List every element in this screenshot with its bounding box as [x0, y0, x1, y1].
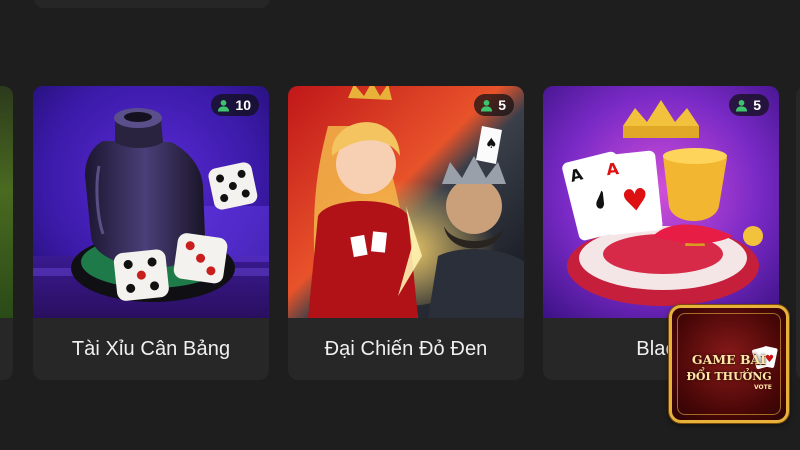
partial-game-card-left[interactable]	[0, 86, 13, 380]
user-icon	[736, 99, 748, 112]
game-title: Tài Xỉu Cân Bảng	[71, 337, 231, 360]
logo-sub: VOTE	[754, 384, 772, 391]
svg-text:♠: ♠	[485, 136, 498, 152]
player-count-badge: 5	[474, 94, 514, 116]
partial-game-thumbnail	[0, 86, 13, 318]
partial-game-card-right[interactable]	[796, 86, 800, 380]
game-thumbnail	[33, 86, 269, 318]
game-thumbnail: A ♠ A ♥	[543, 86, 779, 318]
player-count: 10	[235, 97, 251, 113]
logo-line-2: ĐỔI THƯỞNG	[686, 370, 772, 383]
player-count-badge: 10	[211, 94, 259, 116]
user-icon	[218, 99, 230, 112]
previous-row-card-edge	[34, 0, 270, 8]
game-title: Đại Chiến Đỏ Đen	[324, 337, 488, 360]
player-count: 5	[498, 97, 506, 113]
game-bai-doi-thuong-logo: ♥ GAME BÀI ĐỔI THƯỞNG VOTE	[669, 305, 789, 423]
user-icon	[481, 99, 493, 112]
player-count: 5	[753, 97, 761, 113]
svg-text:♥: ♥	[620, 182, 650, 220]
game-thumbnail: ♠	[288, 86, 524, 318]
game-card-tai-xiu-can-bang[interactable]: 10 Tài Xỉu Cân Bảng	[33, 86, 269, 380]
logo-line-1: GAME BÀI	[691, 352, 767, 367]
game-card-dai-chien-do-den[interactable]: ♠ 5 Đại Chiến Đỏ Đen	[288, 86, 524, 380]
player-count-badge: 5	[729, 94, 769, 116]
